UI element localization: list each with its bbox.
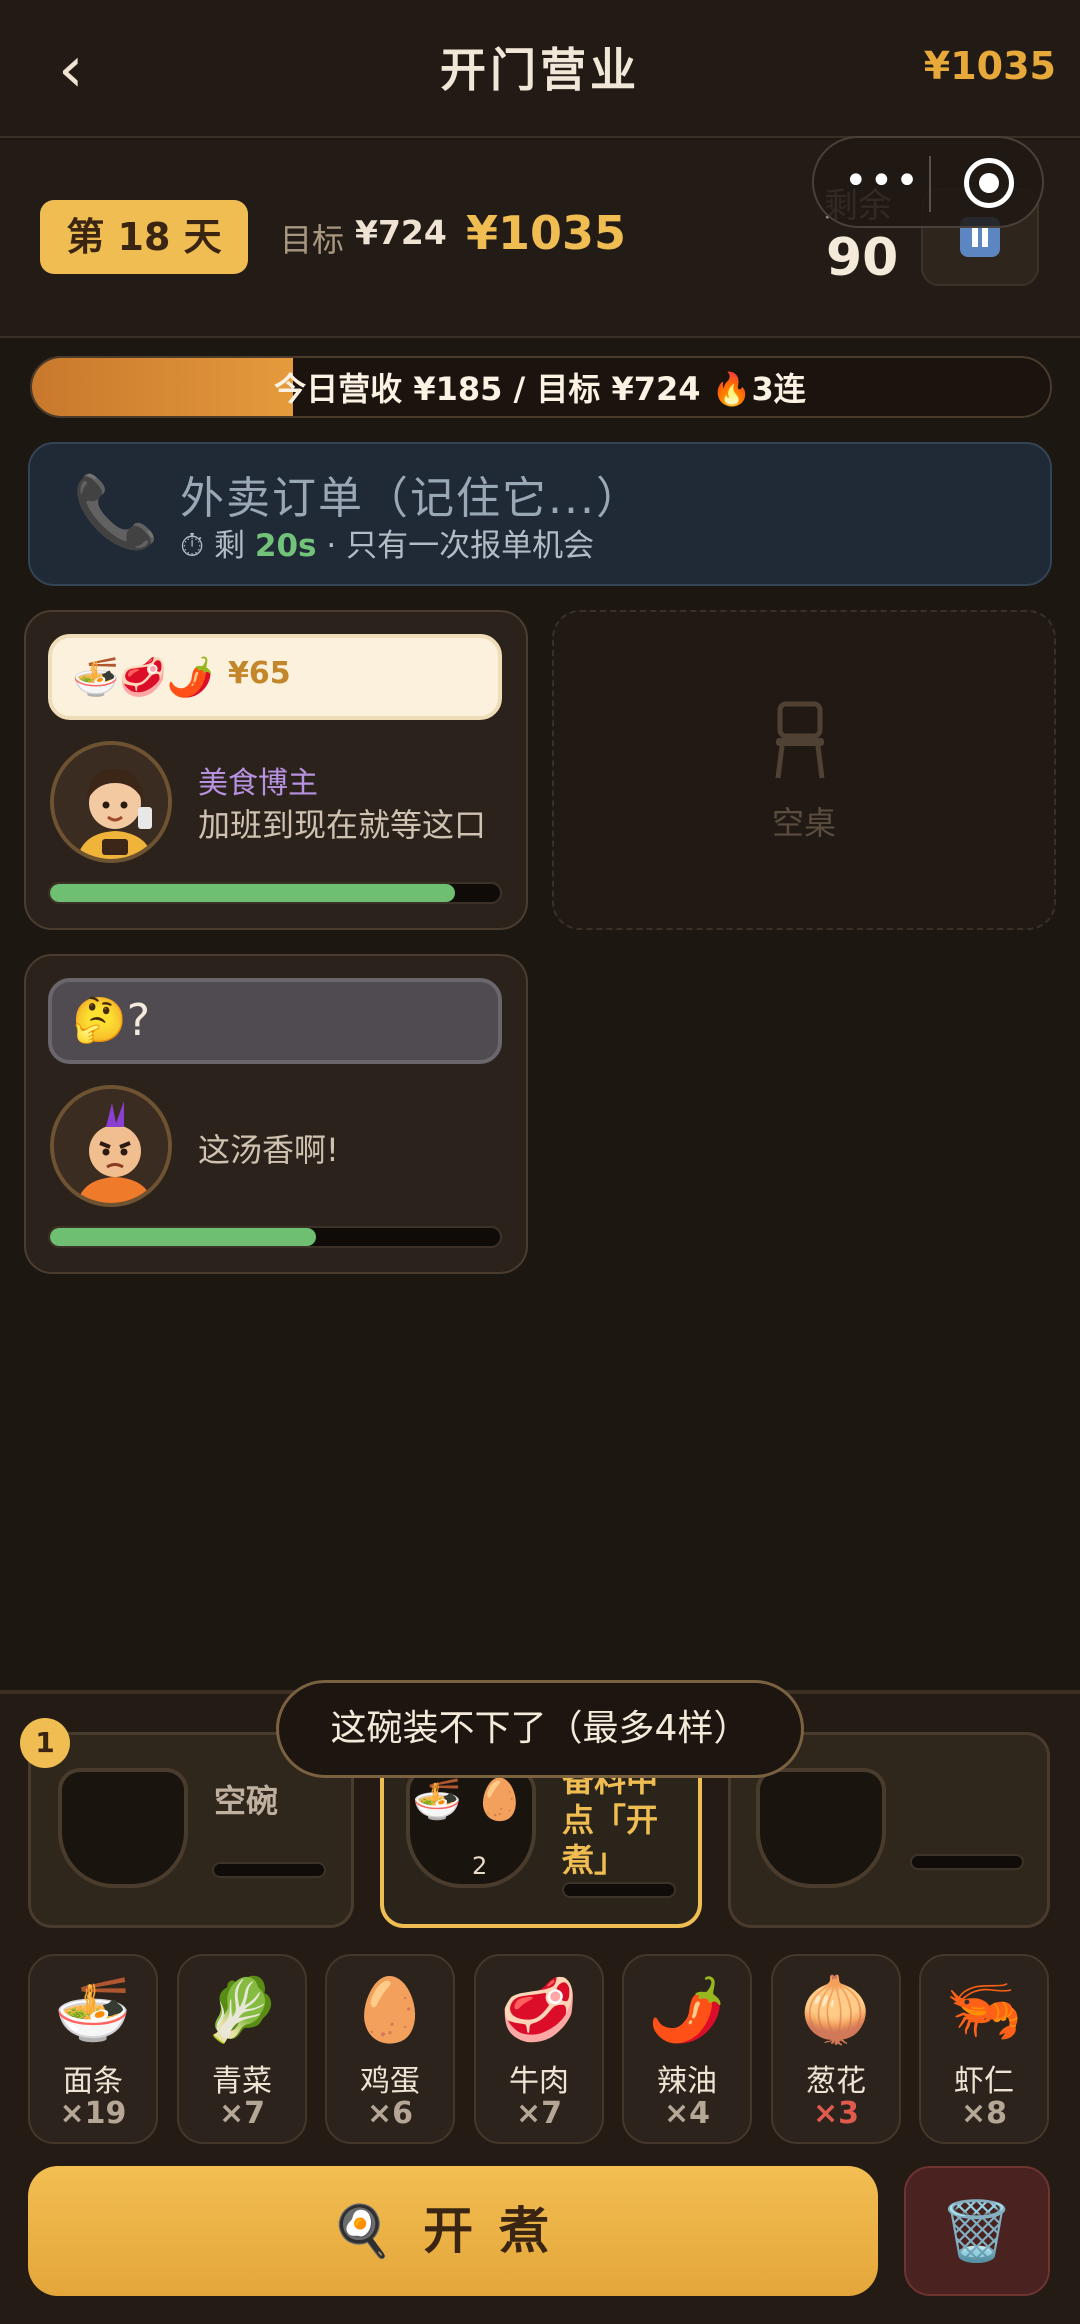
ingredient-tile[interactable]: 🥬 青菜 ×7 (177, 1954, 307, 2144)
ingredient-name: 虾仁 (954, 2064, 1014, 2099)
thinking-order-icons: 🤔? (72, 995, 151, 1046)
ingredient-count: ×3 (812, 2096, 859, 2131)
remaining-value: 90 (826, 228, 899, 288)
ingredient-count: ×8 (960, 2096, 1007, 2131)
cook-progress-bar (562, 1882, 676, 1898)
ingredient-tile[interactable]: 🥩 牛肉 ×7 (474, 1954, 604, 2144)
patience-fill (50, 884, 455, 902)
trash-button[interactable]: 🗑️ (904, 2166, 1050, 2296)
miniprogram-capsule: ••• (812, 136, 1044, 228)
capsule-divider (929, 156, 931, 212)
cook-button-label: 开煮 (423, 2202, 576, 2260)
ingredient-tile[interactable]: 🍜 面条 ×19 (28, 1954, 158, 2144)
ingredient-icon: 🥬 (203, 1973, 281, 2046)
ingredient-name: 葱花 (806, 2064, 866, 2099)
ingredient-name: 牛肉 (509, 2064, 569, 2099)
avatar (50, 1085, 172, 1207)
customer-speech: 加班到现在就等这口 (198, 806, 487, 844)
delivery-subtitle: ⏱ 剩 20s · 只有一次报单机会 (180, 520, 594, 565)
delivery-seconds: 20s (254, 528, 317, 564)
patience-bar (48, 882, 502, 904)
current-money: ¥1035 (466, 206, 627, 260)
ingredient-icon: 🧅 (797, 1973, 875, 2046)
top-money: ¥1035 (923, 44, 1056, 88)
ingredient-count: ×6 (366, 2096, 413, 2131)
ingredient-tile[interactable]: 🥚 鸡蛋 ×6 (325, 1954, 455, 2144)
order-items-icons: 🍜🥩🌶️ (72, 655, 214, 699)
order-bubble-1[interactable]: 🍜🥩🌶️ ¥65 (48, 634, 502, 720)
delivery-prefix: 剩 (214, 528, 246, 564)
target-value: ¥724 (355, 213, 447, 252)
cook-progress-bar (212, 1862, 326, 1878)
delivery-title: 外卖订单（记住它...） (180, 473, 642, 524)
customer-name: 美食博主 (198, 766, 318, 801)
order-bubble-2[interactable]: 🤔? (48, 978, 502, 1064)
ingredient-tile[interactable]: 🦐 虾仁 ×8 (919, 1954, 1049, 2144)
ingredient-icon: 🍜 (54, 1973, 132, 2046)
toast-message: 这碗装不下了（最多4样） (276, 1680, 804, 1778)
pot-status-label: 空碗 (214, 1782, 279, 1820)
ingredient-icon: 🌶️ (648, 1973, 726, 2046)
patience-fill (50, 1228, 316, 1246)
phone-icon: 📞 (72, 471, 160, 553)
pot-ingredients-icons: 🍜 🥚 (412, 1777, 525, 1823)
more-icon[interactable]: ••• (844, 161, 921, 201)
timer-icon: ⏱ (180, 528, 205, 564)
target-label: 目标 (280, 221, 345, 259)
day-badge: 第 18 天 (40, 200, 248, 274)
ingredient-name: 面条 (63, 2064, 123, 2099)
cook-button[interactable]: 🍳 开煮 (28, 2166, 878, 2296)
customer-speech: 这汤香啊! (198, 1131, 339, 1169)
ingredient-name: 鸡蛋 (360, 2064, 420, 2099)
bowl-icon (756, 1768, 886, 1888)
delivery-suffix: · 只有一次报单机会 (326, 528, 595, 564)
ingredient-tile[interactable]: 🧅 葱花 ×3 (771, 1954, 901, 2144)
ingredient-tile[interactable]: 🌶️ 辣油 ×4 (622, 1954, 752, 2144)
cook-progress-bar (910, 1854, 1024, 1870)
pot-number-badge: 1 (20, 1718, 70, 1768)
ingredient-count: ×7 (218, 2096, 265, 2131)
frying-pan-icon: 🍳 (330, 2202, 394, 2260)
ingredient-icon: 🥩 (500, 1973, 578, 2046)
bowl-icon (58, 1768, 188, 1888)
ingredient-count: ×7 (515, 2096, 562, 2131)
ingredient-icon: 🥚 (351, 1973, 429, 2046)
order-price: ¥65 (228, 656, 291, 691)
avatar (50, 741, 172, 863)
trash-icon: 🗑️ (940, 2197, 1014, 2265)
ingredient-icon: 🦐 (945, 1973, 1023, 2046)
ingredient-count: ×19 (59, 2096, 127, 2131)
ingredient-name: 辣油 (657, 2064, 717, 2099)
page-title: 开门营业 (440, 43, 640, 97)
ingredient-count: ×4 (663, 2096, 710, 2131)
close-target-icon[interactable] (964, 158, 1014, 208)
empty-table-label: 空桌 (771, 804, 836, 842)
pot-ingredient-count: 2 (472, 1852, 488, 1880)
chair-icon (775, 701, 825, 779)
patience-bar (48, 1226, 502, 1248)
ingredient-name: 青菜 (212, 2064, 272, 2099)
revenue-progress-text: 今日营收 ¥185 / 目标 ¥724 🔥3连 (274, 370, 806, 408)
